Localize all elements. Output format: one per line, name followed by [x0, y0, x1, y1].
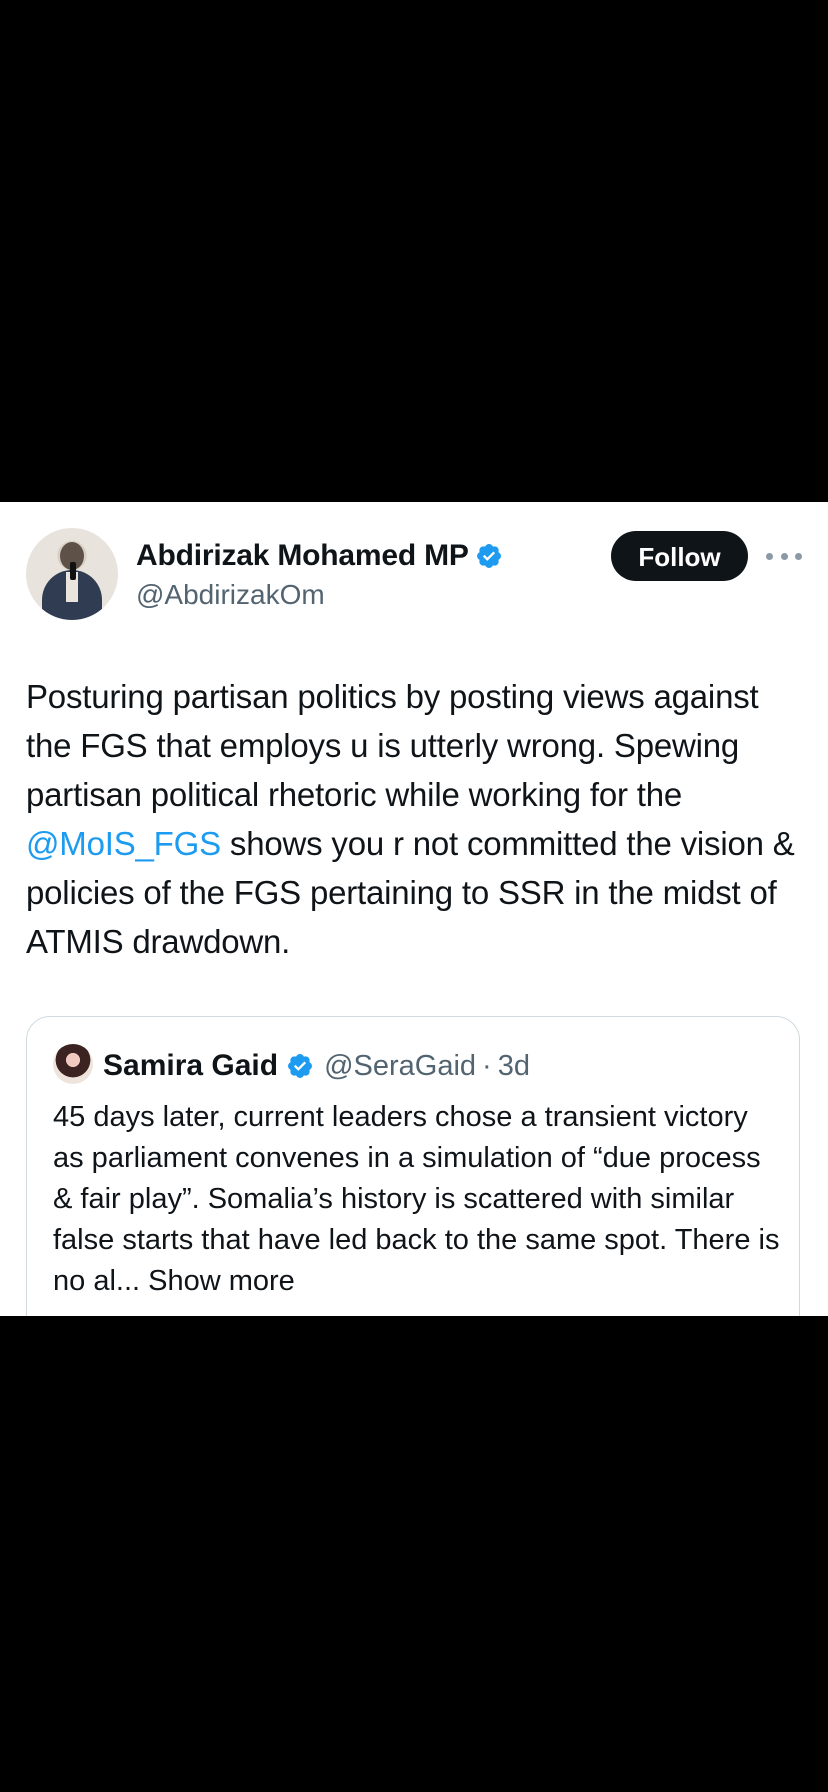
bottom-black-area	[0, 1316, 828, 1792]
tweet-card: Abdirizak Mohamed MP @AbdirizakOm Follow…	[0, 502, 828, 1316]
quote-author-handle[interactable]: @SeraGaid	[324, 1050, 476, 1083]
quote-author-name[interactable]: Samira Gaid	[103, 1049, 278, 1083]
verified-badge-icon	[288, 1054, 313, 1078]
tweet-text-part-1: Posturing partisan politics by posting v…	[26, 678, 759, 813]
quote-text: 45 days later, current leaders chose a t…	[53, 1101, 780, 1297]
follow-button[interactable]: Follow	[611, 531, 748, 581]
quote-timestamp[interactable]: 3d	[498, 1050, 530, 1083]
author-handle[interactable]: @AbdirizakOm	[136, 578, 325, 612]
mention-link[interactable]: @MoIS_FGS	[26, 825, 221, 862]
author-name-row[interactable]: Abdirizak Mohamed MP	[136, 538, 503, 574]
verified-badge-icon	[476, 544, 501, 568]
top-black-area	[0, 0, 828, 502]
tweet-text: Posturing partisan politics by posting v…	[26, 672, 806, 966]
quoted-tweet[interactable]: Samira Gaid @SeraGaid · 3d 45 days later…	[26, 1016, 800, 1316]
more-dots-icon[interactable]	[766, 542, 802, 570]
quote-separator: ·	[482, 1049, 492, 1082]
author-name[interactable]: Abdirizak Mohamed MP	[136, 538, 469, 574]
author-avatar[interactable]	[26, 528, 118, 620]
quote-header: Samira Gaid @SeraGaid · 3d	[103, 1047, 530, 1085]
quote-author-avatar[interactable]	[53, 1044, 93, 1084]
